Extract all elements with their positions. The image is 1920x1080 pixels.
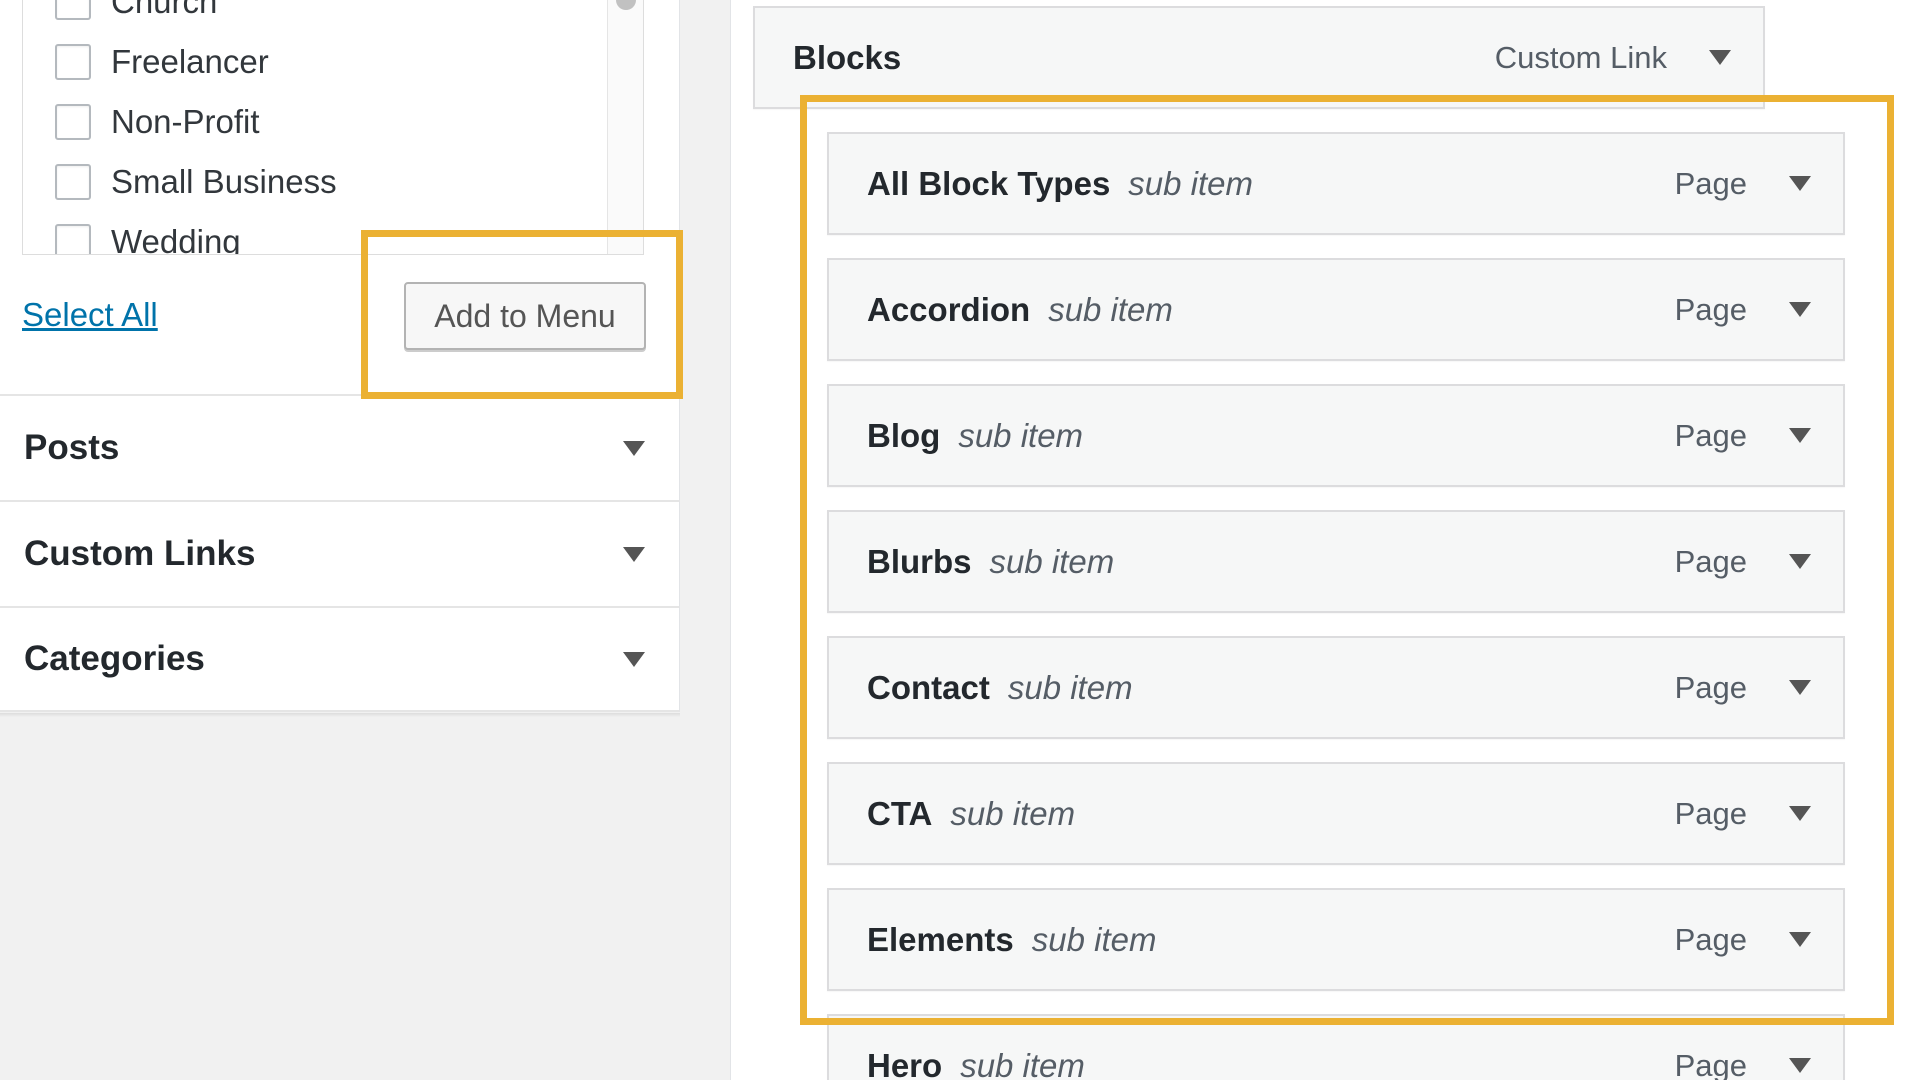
menu-item-type: Custom Link xyxy=(1494,39,1667,75)
menu-item-title: Blocks xyxy=(793,38,902,76)
triangle-down-icon xyxy=(623,440,645,456)
checklist-item[interactable]: Non-Profit xyxy=(55,102,260,142)
sub-item-label: sub item xyxy=(960,1046,1085,1080)
sub-item-label: sub item xyxy=(1048,290,1173,328)
checklist-item-label: Wedding xyxy=(111,223,241,255)
triangle-down-icon[interactable] xyxy=(1707,45,1733,71)
menu-sub-item[interactable]: Contact sub item Page xyxy=(827,636,1845,739)
accordion-title: Categories xyxy=(24,639,205,678)
menu-item-title: Hero xyxy=(867,1046,943,1080)
menu-sub-item[interactable]: Elements sub item Page xyxy=(827,888,1845,991)
checklist-item[interactable]: Small Business xyxy=(55,162,337,202)
triangle-down-icon[interactable] xyxy=(1787,1053,1813,1079)
checklist-scrollbar[interactable] xyxy=(607,0,643,254)
triangle-down-icon[interactable] xyxy=(1787,549,1813,575)
checklist-item-label: Church xyxy=(111,0,218,20)
menu-sub-item[interactable]: Blog sub item Page xyxy=(827,384,1845,487)
menu-structure-column: Blocks Custom Link All Block Types sub i… xyxy=(730,0,1920,1080)
sub-item-label: sub item xyxy=(950,794,1076,832)
menu-item-type: Page xyxy=(1674,291,1747,327)
menu-item-type: Page xyxy=(1674,669,1747,705)
add-menu-items-column: Church Freelancer Non-Profit Small Busin… xyxy=(0,0,680,1080)
menu-item-title: Blog xyxy=(867,416,941,454)
menu-item-type: Page xyxy=(1674,1047,1747,1080)
page-checklist: Church Freelancer Non-Profit Small Busin… xyxy=(22,0,644,255)
scrollbar-thumb[interactable] xyxy=(616,0,636,10)
accordion-title: Posts xyxy=(24,428,120,467)
checkbox-empty-icon[interactable] xyxy=(55,164,91,200)
checkbox-empty-icon[interactable] xyxy=(55,0,91,20)
sub-item-label: sub item xyxy=(1007,668,1133,706)
pages-metabox: Church Freelancer Non-Profit Small Busin… xyxy=(0,0,680,398)
checkbox-empty-icon[interactable] xyxy=(55,224,91,254)
menu-sub-item[interactable]: Blurbs sub item Page xyxy=(827,510,1845,613)
menu-item-type: Page xyxy=(1674,795,1747,831)
checklist-item[interactable]: Freelancer xyxy=(55,42,269,82)
accordion-posts[interactable]: Posts xyxy=(0,394,680,500)
accordion-custom-links[interactable]: Custom Links xyxy=(0,500,680,606)
menu-sub-item[interactable]: All Block Types sub item Page xyxy=(827,132,1845,235)
add-to-menu-button[interactable]: Add to Menu xyxy=(404,282,646,350)
sub-item-label: sub item xyxy=(1128,164,1254,202)
menu-sub-item[interactable]: Accordion sub item Page xyxy=(827,258,1845,361)
checklist-item[interactable]: Church xyxy=(55,0,217,22)
accordion-categories[interactable]: Categories xyxy=(0,606,680,712)
menu-item-title: CTA xyxy=(867,794,933,832)
checklist-item-label: Non-Profit xyxy=(111,103,260,140)
triangle-down-icon[interactable] xyxy=(1787,297,1813,323)
triangle-down-icon[interactable] xyxy=(1787,423,1813,449)
select-all-link[interactable]: Select All xyxy=(22,296,158,334)
checklist-item-label: Small Business xyxy=(111,163,337,200)
menu-sub-item[interactable]: CTA sub item Page xyxy=(827,762,1845,865)
checklist-item[interactable]: Wedding xyxy=(55,222,241,255)
sub-item-label: sub item xyxy=(989,542,1115,580)
triangle-down-icon xyxy=(623,546,645,562)
triangle-down-icon[interactable] xyxy=(1787,675,1813,701)
menu-item-type: Page xyxy=(1674,165,1747,201)
menu-item-title: Accordion xyxy=(867,290,1031,328)
menu-item-title: All Block Types xyxy=(867,164,1111,202)
menu-item-blocks[interactable]: Blocks Custom Link xyxy=(753,6,1765,109)
accordion-shadow xyxy=(0,713,680,717)
menu-sub-item[interactable]: Hero sub item Page xyxy=(827,1014,1845,1080)
menu-item-title: Contact xyxy=(867,668,990,706)
menu-item-title: Blurbs xyxy=(867,542,972,580)
triangle-down-icon[interactable] xyxy=(1787,801,1813,827)
triangle-down-icon[interactable] xyxy=(1787,927,1813,953)
triangle-down-icon[interactable] xyxy=(1787,171,1813,197)
triangle-down-icon xyxy=(623,651,645,667)
menu-item-title: Elements xyxy=(867,920,1014,958)
sub-item-label: sub item xyxy=(1031,920,1157,958)
checkbox-empty-icon[interactable] xyxy=(55,44,91,80)
checkbox-empty-icon[interactable] xyxy=(55,104,91,140)
menu-item-type: Page xyxy=(1674,417,1747,453)
checklist-item-label: Freelancer xyxy=(111,43,269,80)
sub-item-label: sub item xyxy=(958,416,1084,454)
accordion-title: Custom Links xyxy=(24,534,256,573)
menu-item-type: Page xyxy=(1674,921,1747,957)
menu-item-type: Page xyxy=(1674,543,1747,579)
